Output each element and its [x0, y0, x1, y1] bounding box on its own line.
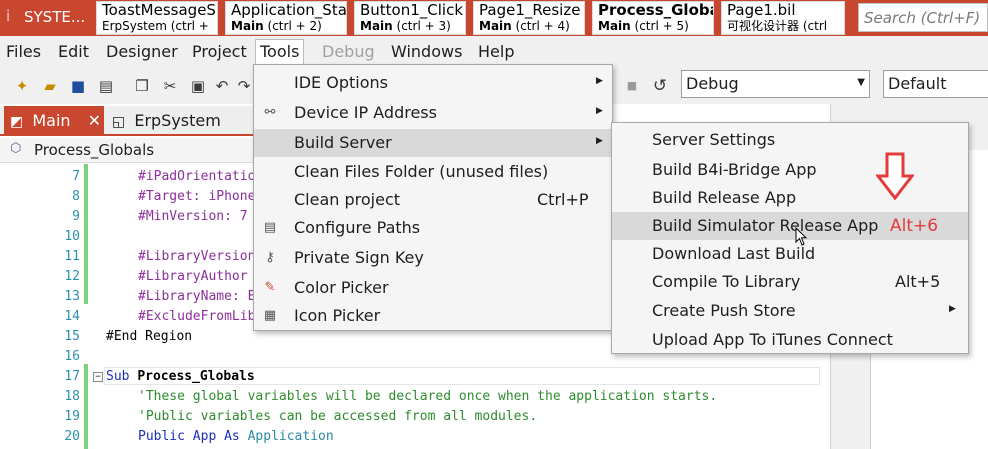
- module-icon: ◩: [10, 114, 24, 130]
- doc-tab-subtitle: ErpSystem (ctrl +: [102, 19, 209, 33]
- mouse-cursor-icon: [795, 227, 808, 246]
- doc-tab-title: ToastMessageS: [102, 1, 216, 19]
- doc-tab-subtitle: 可视化设计器 (ctrl: [727, 19, 828, 33]
- doc-tab-subtitle: Main (ctrl + 5): [598, 19, 689, 33]
- doc-tab-title: Button1_Click: [360, 1, 464, 19]
- doc-tab[interactable]: Page1_Resize Main (ctrl + 4): [473, 1, 585, 35]
- build-server-submenu: Server Settings Build B4i-Bridge App Bui…: [611, 122, 969, 354]
- undo-icon[interactable]: ↶: [212, 76, 232, 96]
- menu-designer[interactable]: Designer: [102, 40, 182, 66]
- menu-item-color-picker[interactable]: ✎ Color Picker: [254, 274, 612, 302]
- down-arrow-annotation-icon: [876, 152, 914, 200]
- doc-tab-active[interactable]: Process_Global Main (ctrl + 5): [592, 1, 714, 35]
- menu-item-icon-picker[interactable]: ▦ Icon Picker: [254, 302, 612, 330]
- doc-tab-subtitle: Main (ctrl + 2): [231, 19, 322, 33]
- chevron-down-icon: ▼: [857, 77, 865, 88]
- tools-menu: IDE Options ▶ ⚯ Device IP Address ▶ Buil…: [253, 64, 613, 331]
- cut-icon[interactable]: ✂: [160, 76, 180, 96]
- menu-item-configure-paths[interactable]: ▤ Configure Paths: [254, 214, 612, 242]
- menu-item-ide-options[interactable]: IDE Options ▶: [254, 69, 612, 97]
- stop-icon[interactable]: ■: [622, 76, 642, 96]
- menu-item-create-push-store[interactable]: Create Push Store ▶: [612, 297, 968, 325]
- menu-files[interactable]: Files: [2, 40, 45, 66]
- menu-edit[interactable]: Edit: [54, 40, 93, 66]
- menu-windows[interactable]: Windows: [387, 40, 466, 66]
- menu-item-build-release[interactable]: Build Release App: [612, 184, 968, 212]
- menu-debug[interactable]: Debug: [318, 40, 379, 66]
- doc-tab[interactable]: ToastMessageS ErpSystem (ctrl +: [96, 1, 218, 35]
- open-folder-icon[interactable]: ▰: [40, 76, 60, 96]
- doc-tab-title: Page1.bil: [727, 1, 796, 19]
- new-file-icon[interactable]: ✦: [12, 76, 32, 96]
- copy-icon[interactable]: ❐: [132, 76, 152, 96]
- link-icon: ⚯: [264, 105, 276, 120]
- menu-item-server-settings[interactable]: Server Settings: [612, 126, 968, 154]
- change-marker: [84, 164, 88, 304]
- save-all-icon[interactable]: ▤: [96, 76, 116, 96]
- submenu-arrow-icon: ▶: [596, 136, 603, 146]
- doc-tab-subtitle: Main (ctrl + 4): [479, 19, 570, 33]
- submenu-arrow-icon: ▶: [949, 304, 956, 314]
- save-icon[interactable]: ■: [68, 76, 88, 96]
- doc-tab-title: Application_Sta: [231, 1, 347, 19]
- menu-item-compile-library[interactable]: Compile To Library Alt+5: [612, 268, 968, 296]
- menu-project[interactable]: Project: [188, 40, 251, 66]
- menu-item-clean-project[interactable]: Clean project Ctrl+P: [254, 186, 612, 214]
- doc-tab[interactable]: Button1_Click Main (ctrl + 3): [354, 1, 466, 35]
- menu-item-upload-itunes[interactable]: Upload App To iTunes Connect: [612, 326, 968, 354]
- tab-erpsystem[interactable]: ◱ ErpSystem: [106, 106, 256, 136]
- build-config-select[interactable]: Debug ▼: [681, 70, 870, 98]
- doc-tab[interactable]: Application_Sta Main (ctrl + 2): [225, 1, 347, 35]
- color-picker-icon: ✎: [264, 280, 276, 295]
- module-icon: ◱: [112, 114, 126, 130]
- doc-tab-subtitle: Main (ctrl + 3): [360, 19, 451, 33]
- change-marker: [84, 364, 88, 449]
- app-icon: i: [6, 7, 11, 25]
- tab-main[interactable]: ◩ Main ✕: [4, 106, 104, 136]
- sub-icon: ⬡: [10, 141, 22, 156]
- menu-item-build-bridge[interactable]: Build B4i-Bridge App: [612, 156, 968, 184]
- submenu-arrow-icon: ▶: [596, 76, 603, 86]
- menu-item-download-last-build[interactable]: Download Last Build: [612, 240, 968, 268]
- redo-icon[interactable]: ↷: [234, 76, 254, 96]
- doc-tab-title: Page1_Resize: [479, 1, 581, 19]
- doc-tab-title: Process_Global: [598, 1, 714, 19]
- menu-item-build-server[interactable]: Build Server ▶: [254, 129, 612, 157]
- menu-item-device-ip[interactable]: ⚯ Device IP Address ▶: [254, 99, 612, 127]
- app-title: SYSTE...: [24, 8, 86, 26]
- submenu-arrow-icon: ▶: [596, 106, 603, 116]
- menu-item-clean-files[interactable]: Clean Files Folder (unused files): [254, 158, 612, 186]
- icon-picker-icon: ▦: [263, 308, 277, 323]
- search-input[interactable]: Search (Ctrl+F): [858, 3, 988, 32]
- close-icon[interactable]: ✕: [88, 111, 101, 130]
- refresh-icon[interactable]: ↺: [650, 76, 670, 96]
- doc-tab[interactable]: Page1.bil 可视化设计器 (ctrl: [721, 1, 845, 35]
- paths-icon: ▤: [263, 220, 277, 235]
- target-select[interactable]: Default: [883, 70, 988, 98]
- menu-item-private-sign-key[interactable]: ⚷ Private Sign Key: [254, 244, 612, 272]
- menu-help[interactable]: Help: [474, 40, 518, 66]
- key-icon: ⚷: [265, 250, 275, 265]
- paste-icon[interactable]: ▣: [188, 76, 208, 96]
- shortcut-annotation: Alt+6: [890, 216, 939, 236]
- collapse-toggle-icon[interactable]: −: [93, 372, 103, 382]
- document-tab-strip: i SYSTE... ToastMessageS ErpSystem (ctrl…: [0, 0, 988, 36]
